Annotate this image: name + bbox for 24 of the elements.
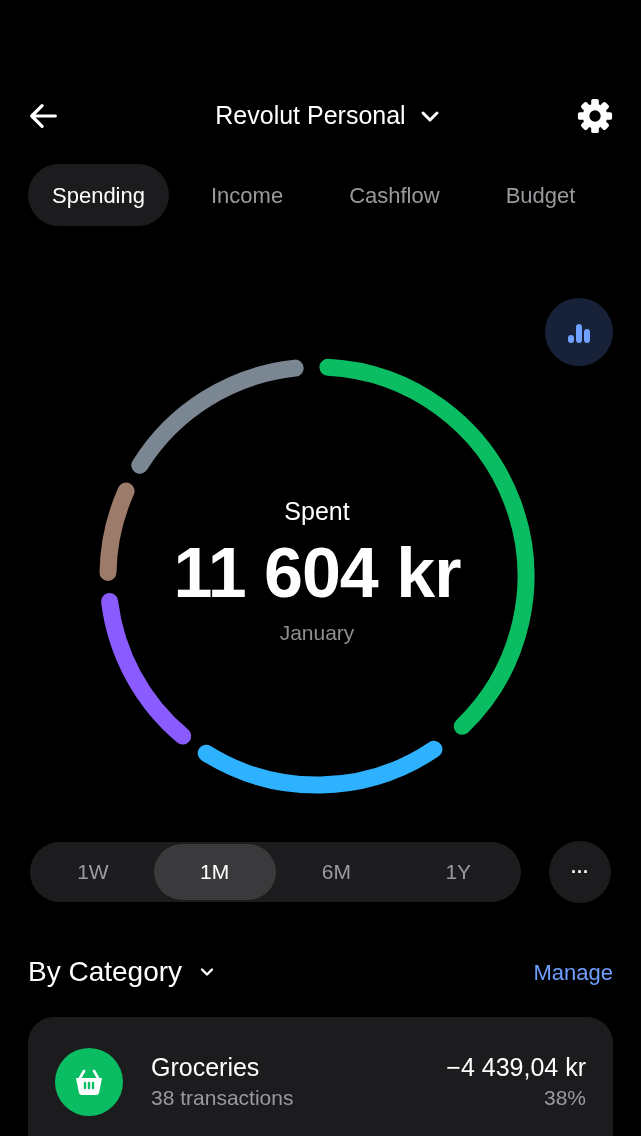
period-option[interactable]: 1M [153, 844, 276, 900]
tab[interactable]: Income [187, 164, 308, 226]
settings-button[interactable] [575, 96, 615, 136]
chevron-down-icon [200, 966, 215, 978]
basket-icon [73, 1068, 105, 1096]
more-button[interactable]: ··· [549, 841, 611, 903]
bar-chart-icon [568, 321, 590, 343]
category-share: 38% [543, 1085, 586, 1111]
spent-label: Spent [284, 499, 350, 524]
spent-amount: 11 604 kr [173, 538, 461, 608]
tab[interactable]: Budget [481, 164, 600, 226]
category-name: Groceries [151, 1052, 261, 1083]
period-option[interactable]: 1Y [397, 844, 520, 900]
period-option[interactable]: 1W [32, 844, 154, 900]
account-switcher[interactable]: Revolut Personal [215, 97, 440, 135]
category-dropdown[interactable]: By Category [28, 951, 215, 993]
tab[interactable]: Spending [28, 164, 169, 226]
category-amount: −4 439,04 kr [446, 1052, 586, 1083]
transaction-count: 38 transactions [151, 1085, 295, 1111]
period-option[interactable]: 6M [275, 844, 398, 900]
manage-link[interactable]: Manage [533, 955, 613, 989]
period-label: January [279, 622, 355, 643]
tab[interactable]: Cashflow [325, 164, 464, 226]
settings-icon [576, 97, 614, 135]
